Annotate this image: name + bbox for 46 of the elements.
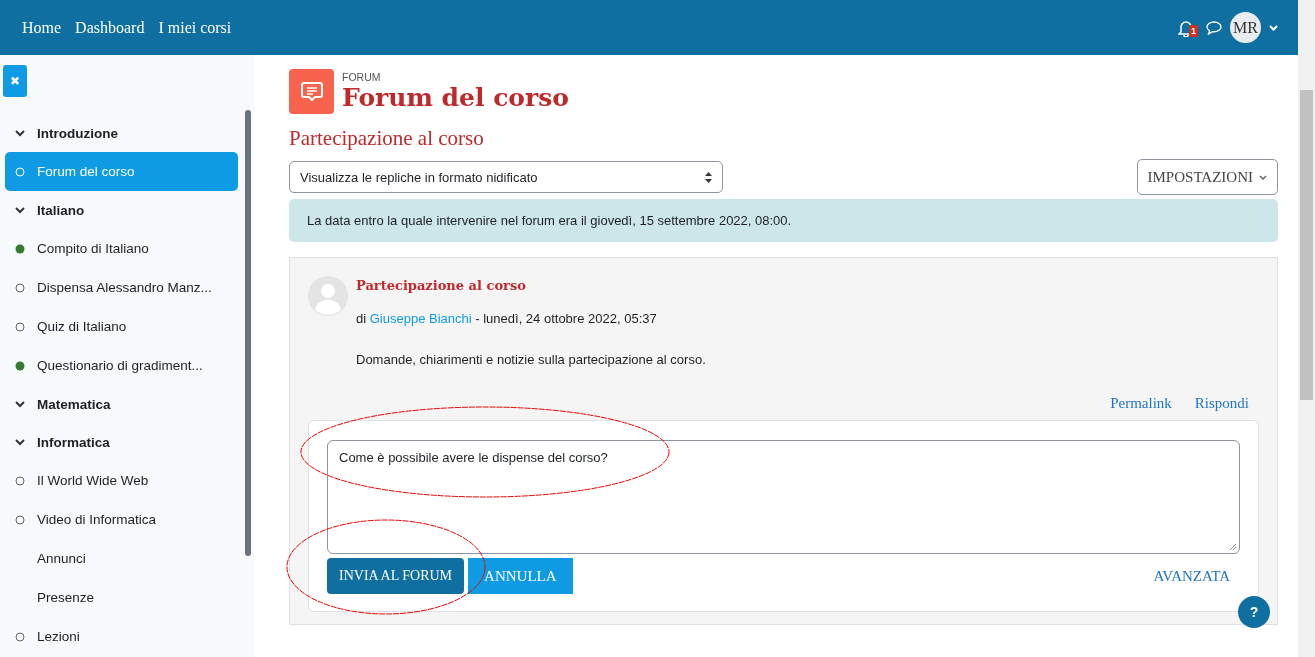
sidebar-item[interactable]: Il World Wide Web <box>5 461 238 500</box>
nav-link[interactable]: I miei corsi <box>158 18 232 37</box>
page-scrollbar[interactable] <box>1298 0 1315 657</box>
sidebar-item[interactable]: Presenze <box>5 578 238 617</box>
reply-textarea[interactable]: Come è possibile avere le dispense del corso? <box>327 440 1240 554</box>
chevron-down-icon <box>15 438 25 446</box>
sidebar-item[interactable]: Dispensa Alessandro Manz... <box>5 268 238 307</box>
nav-link[interactable]: Dashboard <box>75 18 145 37</box>
sidebar-item[interactable]: Annunci <box>5 539 238 578</box>
sidebar-scrollbar[interactable] <box>245 110 251 556</box>
byline-text: di <box>356 311 367 326</box>
sidebar-item[interactable]: Video di Informatica <box>5 500 238 539</box>
post-body: Domande, chiarimenti e notizie sulla partecipazione al corso. <box>356 352 706 367</box>
forum-icon <box>289 69 334 114</box>
advanced-link[interactable]: AVANZATA <box>1153 567 1230 585</box>
sidebar-item[interactable]: Questionario di gradiment... <box>5 346 238 385</box>
chat-bubble-icon[interactable] <box>1206 20 1222 35</box>
chevron-down-icon <box>15 400 25 408</box>
section-heading[interactable]: Informatica <box>5 423 238 461</box>
module-label: FORUM <box>342 70 382 83</box>
post-action-link[interactable]: Permalink <box>1110 395 1172 412</box>
settings-dropdown[interactable]: IMPOSTAZIONI <box>1136 159 1278 195</box>
info-notice: La data entro la quale intervenire nel forum era il giovedì, 15 settembre 2022, 08:00. <box>289 199 1278 242</box>
chevron-down-icon <box>15 129 25 137</box>
submit-button[interactable]: INVIA AL FORUM <box>327 558 465 594</box>
post-subject: Partecipazione al corso <box>356 278 527 293</box>
section-heading[interactable]: Italiano <box>5 191 238 229</box>
discussion-title: Partecipazione al corso <box>289 126 485 151</box>
section-heading[interactable]: Matematica <box>5 385 238 423</box>
sort-arrows-icon <box>705 171 712 183</box>
sidebar-item[interactable]: Quiz di Italiano <box>5 307 238 346</box>
user-avatar[interactable]: MR <box>1230 12 1261 43</box>
resize-grip-icon[interactable] <box>1229 543 1237 551</box>
section-heading[interactable]: Introduzione <box>5 114 238 152</box>
caret-icon <box>1259 174 1267 180</box>
sidebar-item[interactable]: Compito di Italiano <box>5 229 238 268</box>
page-title: Forum del corso <box>342 82 569 113</box>
caret-icon[interactable] <box>1269 24 1278 31</box>
sidebar-item[interactable]: Lezioni <box>5 617 238 656</box>
nav-link[interactable]: Home <box>22 18 62 37</box>
user-avatar-icon <box>308 276 348 316</box>
post-action-link[interactable]: Rispondi <box>1194 395 1249 412</box>
display-mode-select[interactable]: Visualizza le repliche in formato nidificato <box>289 161 723 193</box>
notification-badge: 1 <box>1189 24 1198 37</box>
post-date: - lunedì, 24 ottobre 2022, 05:37 <box>475 311 657 326</box>
chevron-down-icon <box>15 206 25 214</box>
